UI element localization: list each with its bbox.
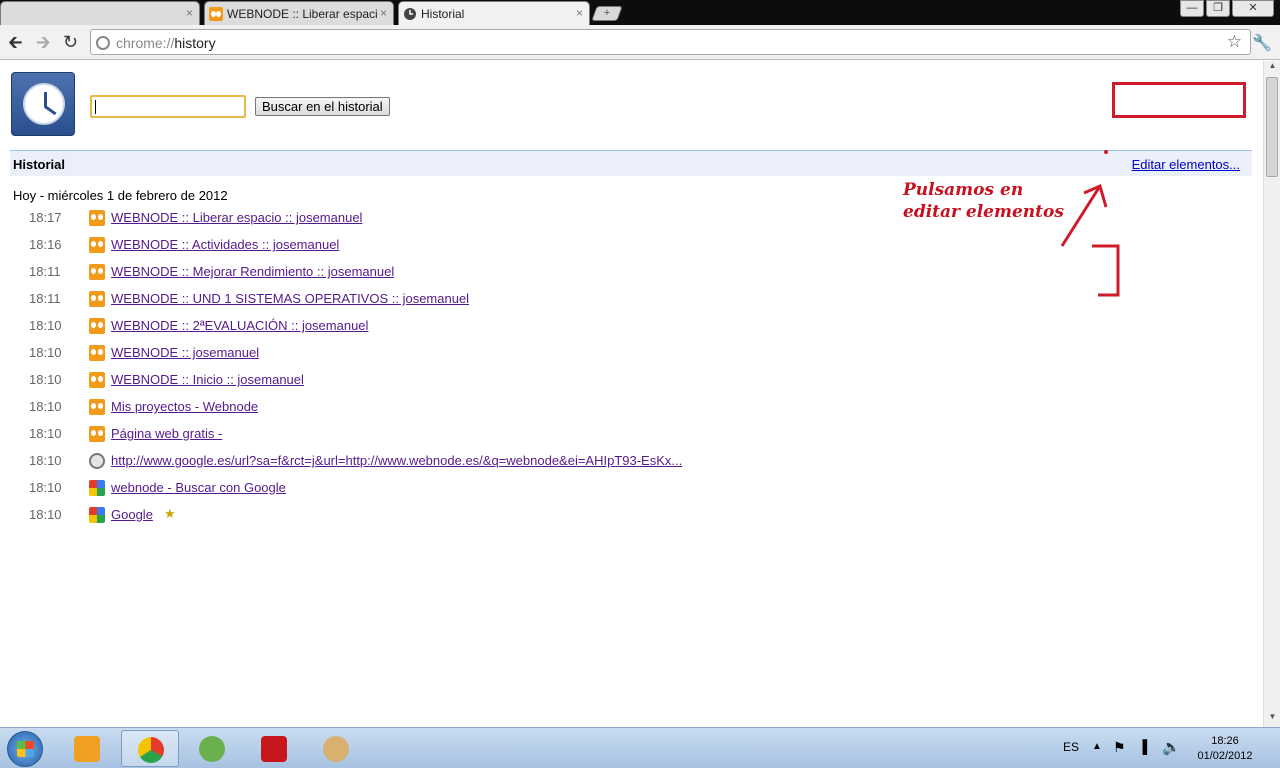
network-icon[interactable]: ▐ [1138,739,1147,754]
taskbar-paint[interactable] [307,730,365,767]
pdf-icon [261,736,287,762]
taskbar-chrome[interactable] [121,730,179,767]
taskbar-clock[interactable]: 18:26 01/02/2012 [1194,734,1256,764]
flag-icon[interactable]: ⚑ [1113,739,1126,756]
annotation-arrow [1060,150,1120,297]
show-hidden-icons-icon[interactable]: ▲ [1092,741,1102,752]
screen: × WEBNODE :: Liberar espacio × Historial… [0,0,1280,768]
messenger-icon [199,736,225,762]
annotation-text: Pulsamos en editar elementos [903,180,1064,222]
start-button[interactable] [7,731,43,767]
media-player-icon [74,736,100,762]
chrome-icon [138,737,164,763]
taskbar-media-player[interactable] [58,730,116,767]
windows-taskbar: ES ▲ ⚑ ▐ 🔈 18:26 01/02/2012 [0,727,1280,768]
volume-icon[interactable]: 🔈 [1162,738,1181,756]
taskbar-acrobat[interactable] [245,730,303,767]
taskbar-messenger[interactable] [183,730,241,767]
paint-icon [323,736,349,762]
windows-logo-icon [17,741,34,757]
language-indicator[interactable]: ES [1063,740,1079,754]
